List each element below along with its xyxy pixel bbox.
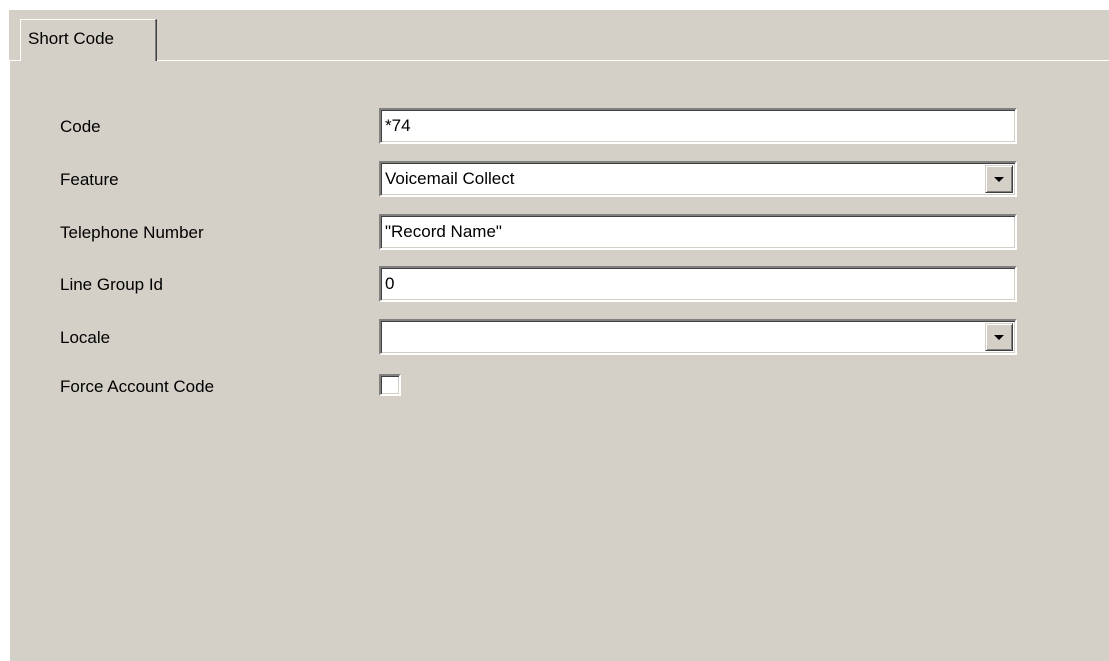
tab-short-code[interactable]: Short Code (20, 19, 157, 61)
feature-dropdown-button[interactable] (985, 165, 1013, 193)
feature-select-value: Voicemail Collect (385, 169, 515, 188)
line-group-id-input[interactable] (379, 266, 1017, 302)
force-account-code-checkbox[interactable] (379, 374, 401, 396)
short-code-panel: Short Code Code Feature Voicemail Collec… (9, 10, 1109, 661)
tab-baseline (9, 60, 1109, 61)
locale-dropdown-button[interactable] (985, 323, 1013, 351)
line-group-id-label: Line Group Id (60, 275, 164, 294)
locale-select[interactable] (379, 319, 1017, 355)
feature-select[interactable]: Voicemail Collect (379, 161, 1017, 197)
force-account-code-label: Force Account Code (60, 377, 215, 396)
telephone-number-label: Telephone Number (60, 223, 204, 242)
tab-strip: Short Code (9, 10, 1109, 61)
locale-label: Locale (60, 328, 111, 347)
chevron-down-icon (994, 177, 1004, 182)
telephone-number-input[interactable] (379, 214, 1017, 250)
tab-short-code-label: Short Code (28, 29, 114, 48)
code-input[interactable] (379, 108, 1017, 144)
chevron-down-icon (994, 335, 1004, 340)
panel-edge (9, 60, 10, 661)
feature-label: Feature (60, 170, 119, 189)
code-label: Code (60, 117, 101, 136)
